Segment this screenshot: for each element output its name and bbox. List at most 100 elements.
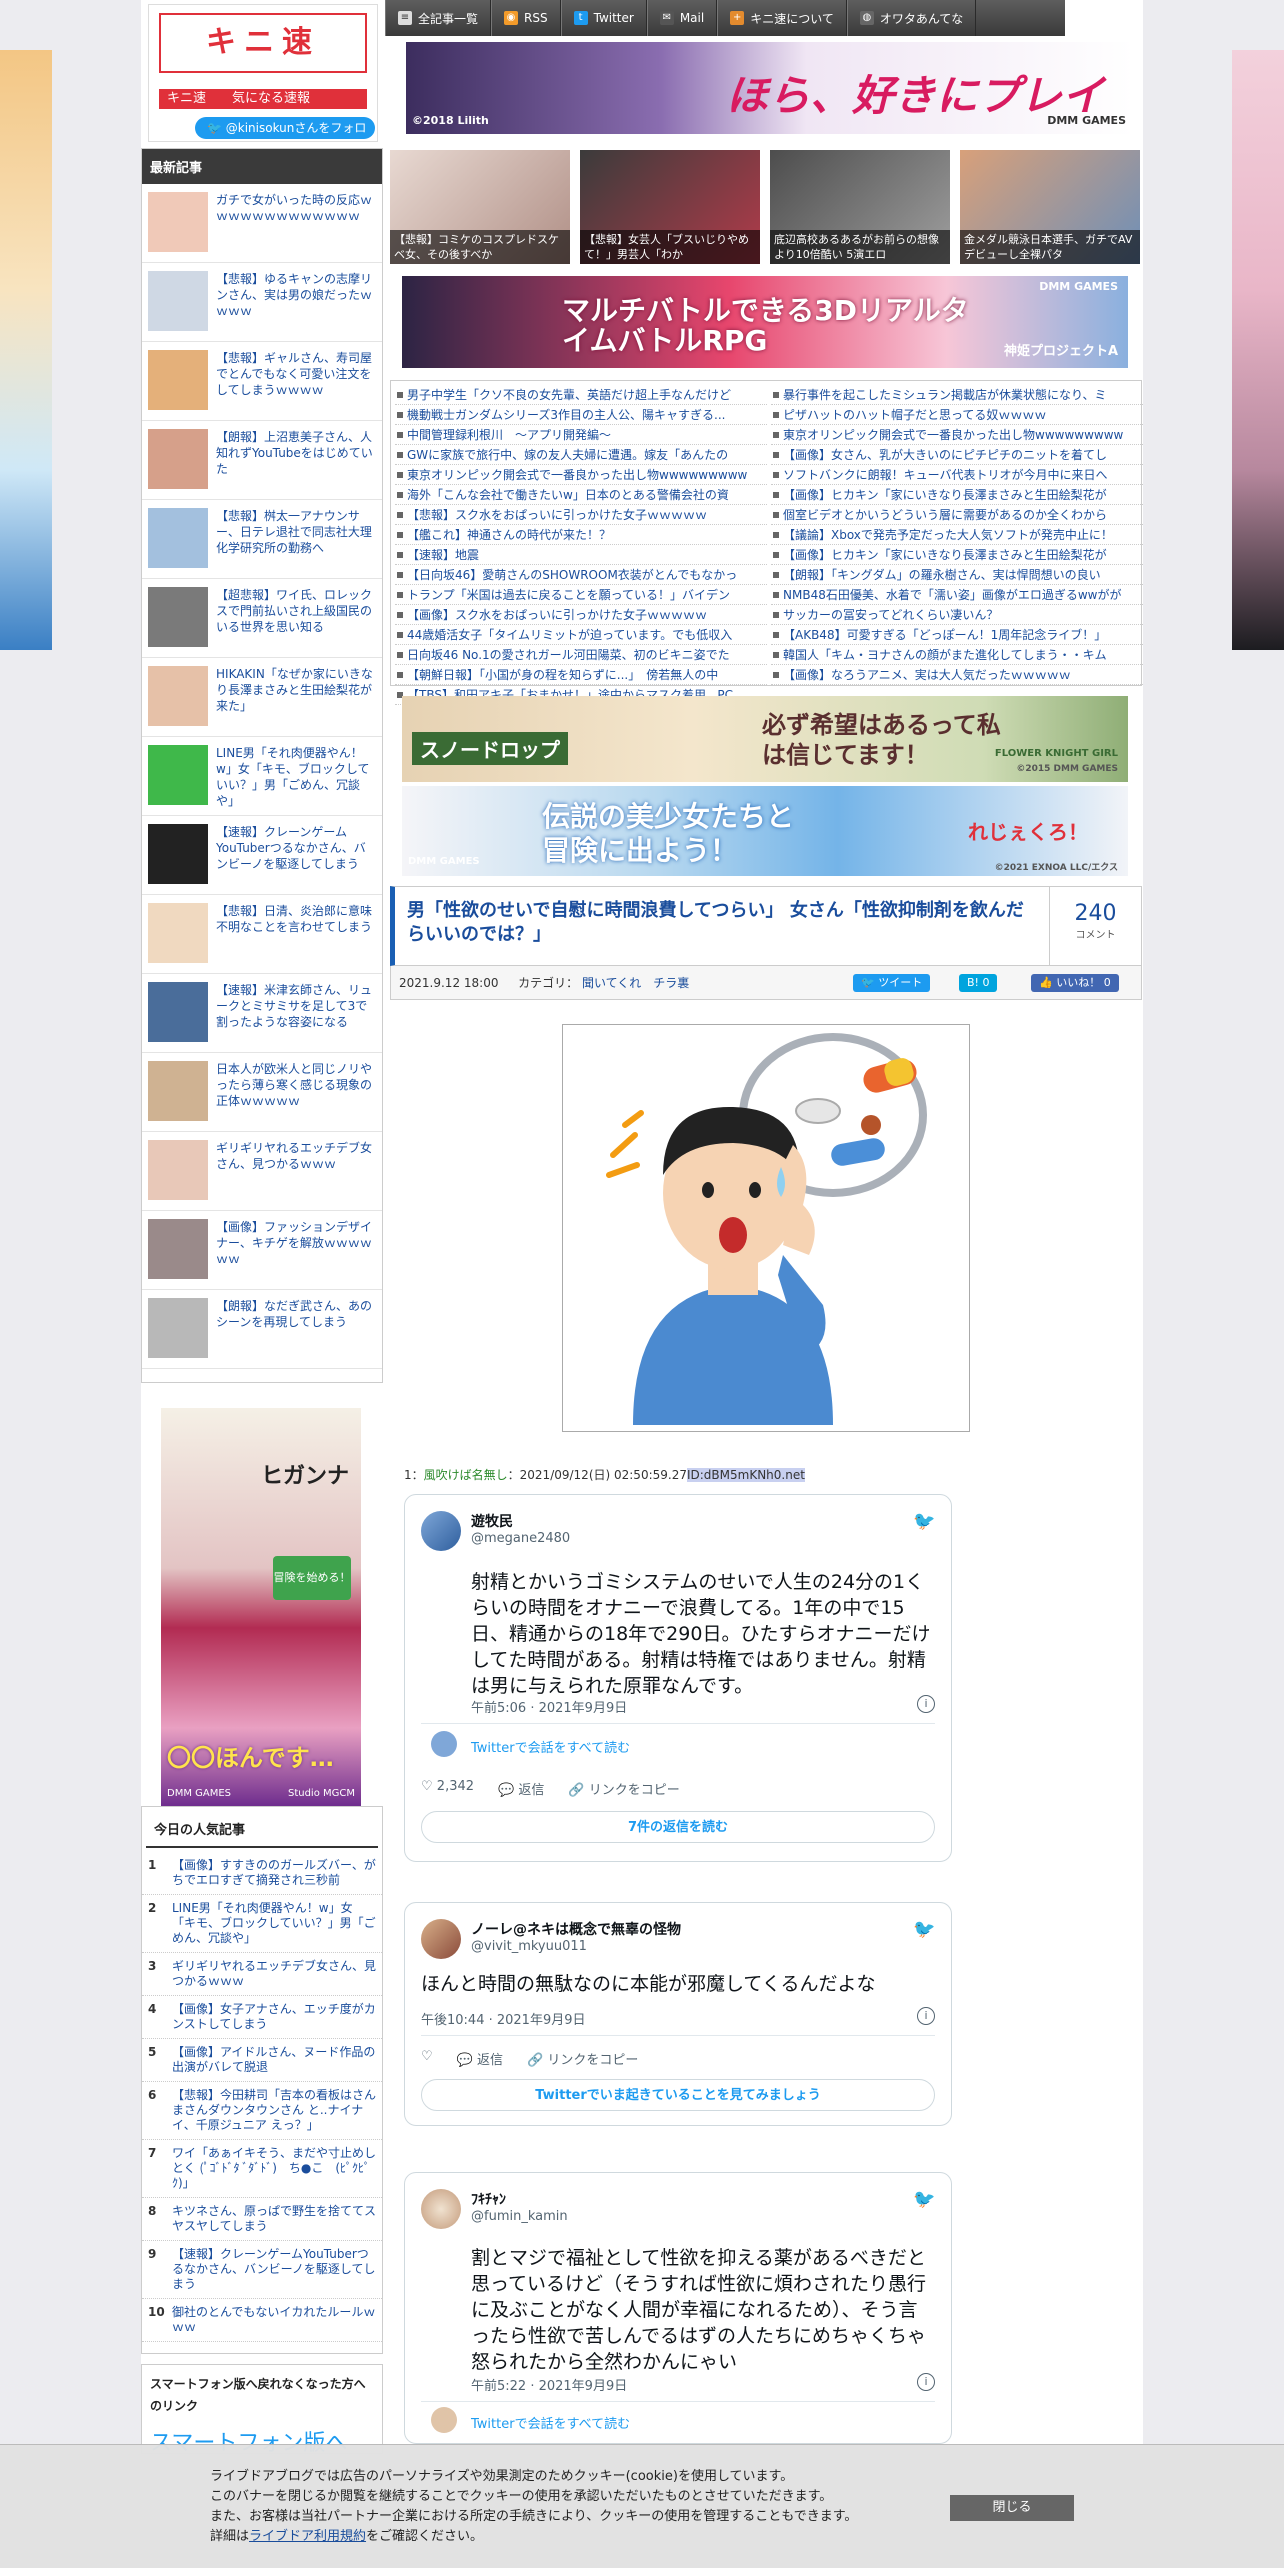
recent-thumbnail[interactable] xyxy=(148,429,208,489)
popular-title[interactable]: ワイ「あぁイキそう、まだや寸止めしとく (ﾟｺﾞﾄﾞﾀ ﾞﾀﾞﾄﾞ) ち●こ (… xyxy=(172,2146,376,2191)
antenna-link[interactable]: 【画像】ヒカキン「家にいきなり長澤まさみと生田絵梨花が xyxy=(771,545,1143,565)
recent-item[interactable]: 日本人が欧米人と同じノリやったら薄ら寒く感じる現象の正体ｗｗｗｗｗ xyxy=(142,1053,382,1132)
embedded-tweet[interactable]: ノーレ@ネキは概念で無辜の怪物 @vivit_mkyuu011 🐦 ほんと時間の… xyxy=(404,1902,952,2126)
rpg-banner-ad[interactable]: マルチバトルできる3DリアルタイムバトルRPG 神姫プロジェクトA DMM GA… xyxy=(402,276,1128,368)
recent-title[interactable]: 【悲報】ギャルさん、寿司屋でとんでもなく可愛い注文をしてしまうｗｗｗｗ xyxy=(216,350,376,412)
left-side-ad[interactable] xyxy=(0,50,52,650)
reply-action[interactable]: 💬 返信 xyxy=(498,1779,544,1798)
tweet-author-name[interactable]: ﾌｷﾁｬﾝ xyxy=(471,2189,506,2209)
recent-thumbnail[interactable] xyxy=(148,666,208,726)
antenna-link[interactable]: 【AKB48】可愛すぎる「どっぽーん！1周年記念ライブ！」 xyxy=(771,625,1143,645)
recent-thumbnail[interactable] xyxy=(148,587,208,647)
antenna-link[interactable]: GWに家族で旅行中、嫁の友人夫婦に遭遇。嫁友「あんたの xyxy=(395,445,767,465)
recent-title[interactable]: 【超悲報】ワイ氏、ロレックスで門前払いされ上級国民のいる世界を思い知る xyxy=(216,587,376,649)
heart-icon[interactable]: ♡ xyxy=(421,2049,433,2068)
antenna-link[interactable]: 44歳婚活女子「タイムリミットが迫っています。でも低収入 xyxy=(395,625,767,645)
popular-title[interactable]: キツネさん、原っぱで野生を捨ててスヤスヤしてしまう xyxy=(172,2204,376,2234)
antenna-link[interactable]: 中間管理録利根川 ～アプリ開発編～ xyxy=(395,425,767,445)
tweet-author-handle[interactable]: @megane2480 xyxy=(471,1531,570,1546)
article-title[interactable]: 男「性欲のせいで自慰に時間浪費してつらい」 女さん「性欲抑制剤を飲んだらいいので… xyxy=(407,899,1027,947)
antenna-link[interactable]: ソフトバンクに朗報！キューバ代表トリオが今月中に来日へ xyxy=(771,465,1143,485)
recent-thumbnail[interactable] xyxy=(148,271,208,331)
recent-thumbnail[interactable] xyxy=(148,508,208,568)
popular-item[interactable]: 6 【悲報】今田耕司「吉本の看板はさんまさんダウンタウンさん と..ナイナイ、千原… xyxy=(142,2082,382,2140)
popular-item[interactable]: 8 キツネさん、原っぱで野生を捨ててスヤスヤしてしまう xyxy=(142,2198,382,2241)
tweet-author-handle[interactable]: @fumin_kamin xyxy=(471,2209,568,2224)
recent-item[interactable]: 【画像】ファッションデザイナー、キチゲを解放ｗｗｗｗｗｗ xyxy=(142,1211,382,1290)
antenna-link[interactable]: サッカーの冨安ってどれくらい凄いん？ xyxy=(771,605,1143,625)
recent-thumbnail[interactable] xyxy=(148,1140,208,1200)
popular-title[interactable]: ギリギリヤれるエッチデブ女さん、見つかるｗｗｗ xyxy=(172,1959,376,1989)
popular-title[interactable]: 【画像】すすきののガールズバー、がちでエロすぎて摘発され三秒前 xyxy=(172,1858,376,1888)
recent-item[interactable]: HIKAKIN「なぜか家にいきなり長澤まさみと生田絵梨花が来た」 xyxy=(142,658,382,737)
popular-item[interactable]: 3 ギリギリヤれるエッチデブ女さん、見つかるｗｗｗ xyxy=(142,1953,382,1996)
popular-title[interactable]: 御社のとんでもないイカれたルールｗｗｗ xyxy=(172,2305,376,2335)
like-action[interactable]: ♡ 2,342 xyxy=(421,1779,474,1798)
recent-item[interactable]: 【朗報】上沼恵美子さん、人知れずYouTubeをはじめていた xyxy=(142,421,382,500)
tweet-time[interactable]: 午前5:22 · 2021年9月9日 xyxy=(471,2375,627,2394)
avatar[interactable] xyxy=(421,1919,461,1959)
antenna-link[interactable]: 【速報】地震 xyxy=(395,545,767,565)
popular-title[interactable]: 【画像】アイドルさん、ヌード作品の出演がバレて脱退 xyxy=(172,2045,376,2075)
twitter-bird-icon[interactable]: 🐦 xyxy=(913,2189,935,2210)
recent-item[interactable]: 【速報】米津玄師さん、リュークとミサミサを足して3で割ったような容姿になる xyxy=(142,974,382,1053)
nav-antenna[interactable]: ◍ オワタあんてな xyxy=(846,0,977,36)
recent-title[interactable]: 【画像】ファッションデザイナー、キチゲを解放ｗｗｗｗｗｗ xyxy=(216,1219,376,1281)
tweet-time[interactable]: 午後10:44 · 2021年9月9日 xyxy=(421,2009,586,2028)
recent-title[interactable]: LINE男「それ肉便器やん！w」女「キモ、ブロックしていい？」男「ごめん、冗談や… xyxy=(216,745,376,807)
antenna-link[interactable]: ピザハットのハット帽子だと思ってる奴ｗｗｗｗ xyxy=(771,405,1143,425)
read-conversation-link[interactable]: Twitterで会話をすべて読む xyxy=(471,1737,630,1756)
popular-item[interactable]: 2 LINE男「それ肉便器やん！w」女「キモ、ブロックしていい？」男「ごめん、冗談… xyxy=(142,1895,382,1953)
antenna-link[interactable]: 【議論】Xboxで発売予定だった大人気ソフトが発売中止に！ xyxy=(771,525,1143,545)
terms-link[interactable]: ライブドア利用規約 xyxy=(249,2529,366,2544)
recent-thumbnail[interactable] xyxy=(148,1219,208,1279)
popular-item[interactable]: 1 【画像】すすきののガールズバー、がちでエロすぎて摘発され三秒前 xyxy=(142,1852,382,1895)
right-side-ad[interactable] xyxy=(1232,50,1284,650)
antenna-link[interactable]: 日向坂46 No.1の愛されガール河田陽菜、初のビキニ姿でた xyxy=(395,645,767,665)
popular-title[interactable]: 【悲報】今田耕司「吉本の看板はさんまさんダウンタウンさん と..ナイナイ、千原ジ… xyxy=(172,2088,376,2133)
thumb-card[interactable]: 金メダル競泳日本選手、ガチでAVデビューし全裸パタ xyxy=(960,150,1140,264)
recent-title[interactable]: HIKAKIN「なぜか家にいきなり長澤まさみと生田絵梨花が来た」 xyxy=(216,666,376,728)
recent-title[interactable]: 【朗報】上沼恵美子さん、人知れずYouTubeをはじめていた xyxy=(216,429,376,491)
recent-title[interactable]: 【朗報】なだぎ武さん、あのシーンを再現してしまう xyxy=(216,1298,376,1360)
antenna-link[interactable]: 【日向坂46】愛萌さんのSHOWROOM衣装がとんでもなかっ xyxy=(395,565,767,585)
antenna-link[interactable]: 【朝鮮日報】「小国が身の程を知らずに...」 傍若無人の中 xyxy=(395,665,767,685)
recent-title[interactable]: 日本人が欧米人と同じノリやったら薄ら寒く感じる現象の正体ｗｗｗｗｗ xyxy=(216,1061,376,1123)
recent-title[interactable]: 【悲報】日清、炎治郎に意味不明なことを言わせてしまう xyxy=(216,903,376,965)
recent-thumbnail[interactable] xyxy=(148,745,208,805)
tweet-author-name[interactable]: ノーレ@ネキは概念で無辜の怪物 xyxy=(471,1919,681,1939)
antenna-link[interactable]: 【画像】なろうアニメ、実は大人気だったｗｗｗｗｗ xyxy=(771,665,1143,685)
recent-thumbnail[interactable] xyxy=(148,903,208,963)
adventure-banner-ad[interactable]: 伝説の美少女たちと冒険に出よう！ れじぇくろ！ DMM GAMES ©2021 … xyxy=(402,786,1128,876)
nav-rss[interactable]: ◉ RSS xyxy=(491,0,561,36)
antenna-link[interactable]: 【画像】女さん、乳が大きいのにピチピチのニットを着てし xyxy=(771,445,1143,465)
twitter-bird-icon[interactable]: 🐦 xyxy=(913,1511,935,1532)
embedded-tweet[interactable]: ﾌｷﾁｬﾝ @fumin_kamin 🐦 割とマジで福祉として性欲を抑える薬があ… xyxy=(404,2172,952,2444)
tweet-author-name[interactable]: 遊牧民 xyxy=(471,1511,513,1531)
popular-item[interactable]: 5 【画像】アイドルさん、ヌード作品の出演がバレて脱退 xyxy=(142,2039,382,2082)
avatar[interactable] xyxy=(421,1511,461,1551)
antenna-link[interactable]: NMB48石田優美、水着で「濡い姿」画像がエロ過ぎるwwがが xyxy=(771,585,1143,605)
popular-item[interactable]: 7 ワイ「あぁイキそう、まだや寸止めしとく (ﾟｺﾞﾄﾞﾀ ﾞﾀﾞﾄﾞ) ち●こ … xyxy=(142,2140,382,2198)
popular-title[interactable]: 【速報】クレーンゲームYouTuberつるなかさん、バンビーノを駆逐してしまう xyxy=(172,2247,376,2292)
read-conversation-link[interactable]: Twitterで会話をすべて読む xyxy=(471,2413,630,2432)
thumb-card[interactable]: 【悲報】女芸人「ブスいじりやめて！」男芸人「わか xyxy=(580,150,760,264)
twitter-bird-icon[interactable]: 🐦 xyxy=(913,1919,935,1940)
recent-item[interactable]: ガチで女がいった時の反応ｗｗｗｗｗｗｗｗｗｗｗｗｗ xyxy=(142,184,382,263)
antenna-link[interactable]: 【悲報】スク水をおぱっいに引っかけた女子ｗｗｗｗｗ xyxy=(395,505,767,525)
antenna-link[interactable]: 機動戦士ガンダムシリーズ3作目の主人公、陽キャすぎる... xyxy=(395,405,767,425)
recent-title[interactable]: 【悲報】ゆるキャンの志摩リンさん、実は男の娘だったｗｗｗｗ xyxy=(216,271,376,333)
antenna-link[interactable]: 男子中学生「クソ不良の女先輩、英語だけ超上手なんだけど xyxy=(395,385,767,405)
antenna-link[interactable]: 【艦これ】神通さんの時代が来た！？ xyxy=(395,525,767,545)
info-icon[interactable]: i xyxy=(917,1695,935,1713)
antenna-link[interactable]: 暴行事件を起こしたミシュラン掲載店が休業状態になり、ミ xyxy=(771,385,1143,405)
antenna-link[interactable]: 【画像】スク水をおぱっいに引っかけた女子ｗｗｗｗｗ xyxy=(395,605,767,625)
recent-title[interactable]: ギリギリヤれるエッチデブ女さん、見つかるｗｗｗ xyxy=(216,1140,376,1202)
copy-link-action[interactable]: 🔗 リンクをコピー xyxy=(568,1779,679,1798)
recent-thumbnail[interactable] xyxy=(148,1061,208,1121)
popular-title[interactable]: LINE男「それ肉便器やん！w」女「キモ、ブロックしていい？」男「ごめん、冗談や… xyxy=(172,1901,376,1946)
info-icon[interactable]: i xyxy=(917,2373,935,2391)
comment-counter[interactable]: 240 コメント xyxy=(1049,887,1141,965)
recent-item[interactable]: 【朗報】なだぎ武さん、あのシーンを再現してしまう xyxy=(142,1290,382,1369)
hatena-button[interactable]: B! 0 xyxy=(959,974,998,992)
